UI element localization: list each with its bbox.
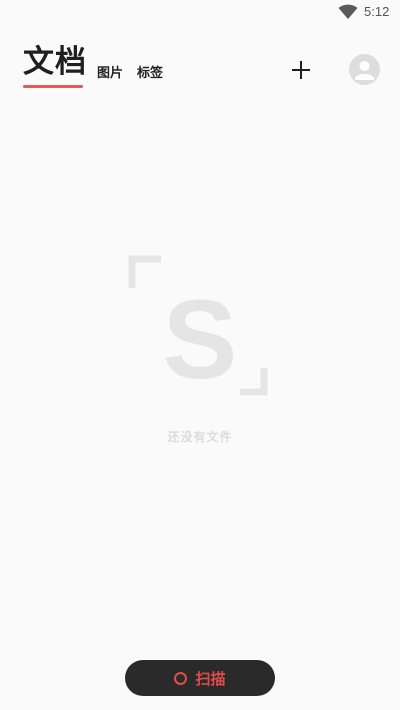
circle-icon xyxy=(174,671,188,685)
tab-documents[interactable]: 文档 xyxy=(23,42,87,82)
wifi-icon xyxy=(338,4,358,19)
empty-state-letter: S xyxy=(163,277,238,402)
status-bar: 5:12 xyxy=(0,0,400,24)
add-button[interactable] xyxy=(289,58,313,82)
tab-images[interactable]: 图片 xyxy=(97,65,123,83)
status-time: 5:12 xyxy=(364,4,390,19)
user-avatar-icon xyxy=(355,61,374,80)
active-tab-indicator xyxy=(23,85,83,88)
scan-label: 扫描 xyxy=(195,669,226,688)
tab-tags[interactable]: 标签 xyxy=(137,65,163,83)
plus-icon xyxy=(292,61,310,79)
scan-button[interactable]: 扫描 xyxy=(125,660,275,696)
empty-state-logo: S xyxy=(128,255,268,402)
avatar[interactable] xyxy=(349,54,380,85)
empty-state-message: 还没有文件 xyxy=(167,430,233,444)
